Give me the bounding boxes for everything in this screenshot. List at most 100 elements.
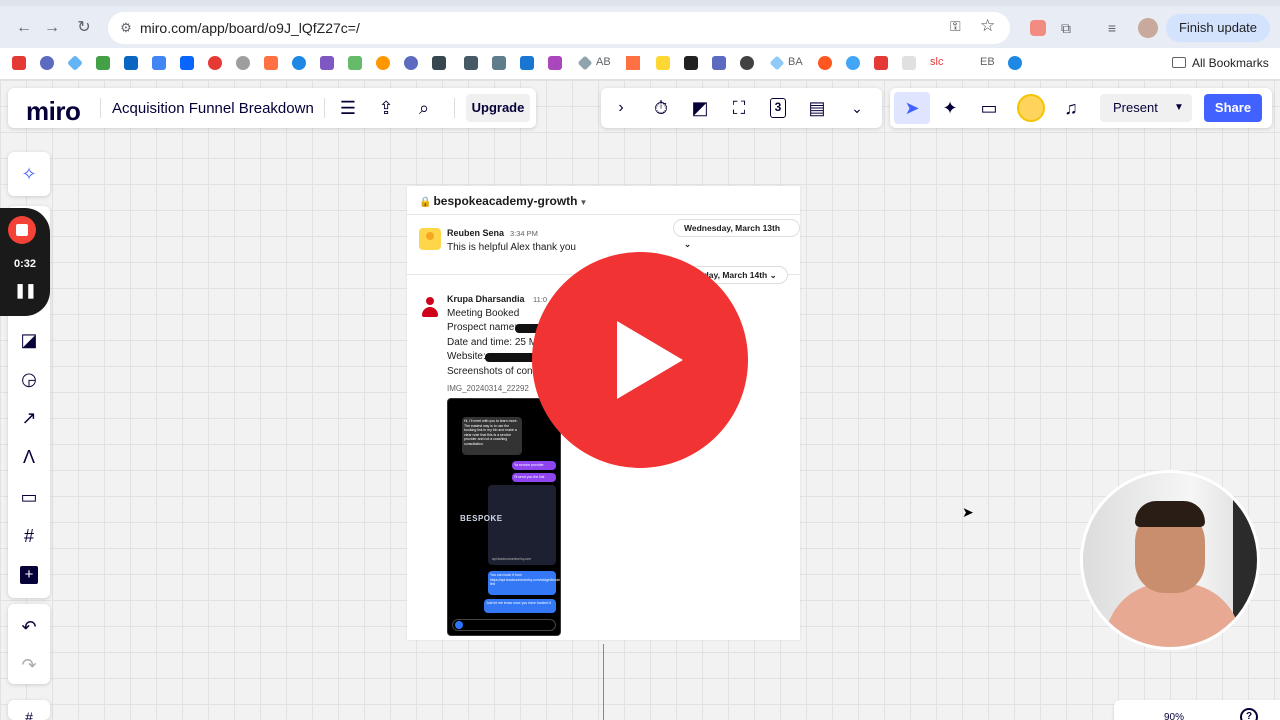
- bookmark-icon[interactable]: [404, 56, 418, 70]
- ai-sparkle-icon[interactable]: ✧: [16, 161, 42, 187]
- bookmark-icon[interactable]: [577, 55, 593, 71]
- url-text[interactable]: miro.com/app/board/o9J_lQfZ27c=/: [140, 20, 360, 36]
- bookmark-icon[interactable]: [818, 56, 832, 70]
- celebrate-icon[interactable]: ✦: [938, 96, 962, 120]
- bookmark-icon[interactable]: [264, 56, 278, 70]
- youtube-bookmark-icon[interactable]: [12, 56, 26, 70]
- forward-icon[interactable]: →: [42, 18, 62, 38]
- bookmark-icon[interactable]: [376, 56, 390, 70]
- board-title[interactable]: Acquisition Funnel Breakdown: [112, 100, 314, 117]
- drive-bookmark-icon[interactable]: [96, 56, 110, 70]
- bookmark-star-icon[interactable]: ☆: [980, 16, 995, 36]
- bookmark-icon[interactable]: [548, 56, 562, 70]
- finish-update-button[interactable]: Finish update: [1166, 14, 1270, 42]
- reload-icon[interactable]: ↻: [74, 18, 94, 38]
- help-icon[interactable]: ?: [1240, 708, 1258, 720]
- miro-logo[interactable]: miro: [26, 96, 81, 127]
- bookmark-icon[interactable]: [656, 56, 670, 70]
- undo-icon[interactable]: ↶: [16, 614, 42, 640]
- bookmark-icon[interactable]: [684, 56, 698, 70]
- collaborator-avatar[interactable]: [1017, 94, 1045, 122]
- redo-icon[interactable]: ↷: [16, 652, 42, 678]
- ads-bookmark-icon[interactable]: [152, 56, 166, 70]
- share-button[interactable]: Share: [1204, 94, 1262, 122]
- zoom-level[interactable]: 90%: [1164, 712, 1184, 720]
- menu-icon[interactable]: ☰: [336, 96, 360, 120]
- stop-recording-icon[interactable]: [8, 216, 36, 244]
- profile-avatar[interactable]: [1138, 18, 1158, 38]
- reactions-icon[interactable]: ◩: [688, 96, 712, 120]
- site-settings-icon[interactable]: ⚙: [116, 18, 136, 38]
- cursor-select-icon[interactable]: ➤: [894, 92, 930, 124]
- notes-icon[interactable]: ▤: [805, 96, 829, 120]
- add-apps-icon[interactable]: +: [20, 566, 38, 584]
- timer-icon[interactable]: ⏱: [649, 96, 673, 120]
- more-chevron-icon[interactable]: ⌄: [845, 96, 869, 120]
- upgrade-button[interactable]: Upgrade: [466, 94, 530, 122]
- export-icon[interactable]: ⇪: [374, 96, 398, 120]
- bookmark-icon[interactable]: [67, 55, 83, 71]
- bookmark-icon[interactable]: [40, 56, 54, 70]
- chat-bubble: You can book it from https://api.leadcon…: [488, 571, 560, 595]
- extension-badge-icon[interactable]: [1030, 20, 1046, 36]
- bookmark-icon[interactable]: [769, 55, 785, 71]
- message-line: Website:: [447, 351, 486, 362]
- meta-bookmark-icon[interactable]: [180, 56, 194, 70]
- bookmark-icon[interactable]: [208, 56, 222, 70]
- comment-tool-icon[interactable]: ▭: [16, 484, 42, 510]
- frames-icon[interactable]: #: [16, 704, 42, 720]
- bookmark-icon[interactable]: [320, 56, 334, 70]
- bookmark-label[interactable]: BA: [788, 56, 803, 68]
- bookmark-icon[interactable]: [1008, 56, 1022, 70]
- bookmark-label[interactable]: EB: [980, 56, 995, 68]
- back-icon[interactable]: ←: [14, 18, 34, 38]
- bookmark-icon[interactable]: [464, 56, 478, 70]
- link-preview-card: [488, 485, 556, 565]
- present-button[interactable]: Present ▼: [1100, 94, 1192, 122]
- chevron-down-icon[interactable]: ▼: [1174, 94, 1184, 122]
- bookmark-icon[interactable]: [740, 56, 754, 70]
- password-key-icon[interactable]: ⚿: [950, 18, 961, 35]
- search-icon[interactable]: ⌕: [412, 96, 436, 120]
- divider: [324, 98, 325, 118]
- play-button[interactable]: [532, 252, 748, 468]
- pause-icon[interactable]: ❚❚: [0, 282, 50, 299]
- bookmark-icon[interactable]: [432, 56, 446, 70]
- bookmark-icon[interactable]: [712, 56, 726, 70]
- voting-count[interactable]: 3: [770, 98, 786, 118]
- address-bar[interactable]: ⚙ miro.com/app/board/o9J_lQfZ27c=/ ⚿ ☆: [108, 12, 1010, 44]
- ai-tool-panel: ✧: [8, 152, 50, 196]
- bookmark-icon[interactable]: [902, 56, 916, 70]
- comment-icon[interactable]: ▭: [977, 96, 1001, 120]
- all-bookmarks[interactable]: All Bookmarks: [1172, 56, 1269, 70]
- message-time: 3:34 PM: [510, 229, 538, 238]
- date-divider: Wednesday, March 13th ⌄: [673, 219, 800, 249]
- collaboration-panel: ➤ ✦ ▭ ♫ Present ▼ Share: [890, 88, 1272, 128]
- shopify-bookmark-icon[interactable]: [348, 56, 362, 70]
- reading-list-icon[interactable]: ≡: [1102, 18, 1122, 38]
- avatar: [419, 228, 441, 250]
- bookmark-icon[interactable]: [846, 56, 860, 70]
- bookmark-label[interactable]: slc: [930, 56, 943, 68]
- message-line: Prospect name:: [447, 322, 518, 333]
- bookmark-icon[interactable]: [292, 56, 306, 70]
- connection-line-icon[interactable]: ↗: [16, 405, 42, 431]
- bookmark-label[interactable]: AB: [596, 56, 611, 68]
- expand-icon[interactable]: ›: [609, 96, 633, 120]
- bookmark-icon[interactable]: [626, 56, 640, 70]
- focus-icon[interactable]: ⛶: [727, 96, 751, 120]
- bookmark-icon[interactable]: [236, 56, 250, 70]
- avatar: [419, 296, 441, 318]
- bookmark-icon[interactable]: [492, 56, 506, 70]
- sender-name: Reuben Sena: [447, 228, 505, 238]
- frame-icon[interactable]: #: [16, 523, 42, 549]
- pen-icon[interactable]: Λ: [16, 444, 42, 470]
- shapes-icon[interactable]: ◶: [16, 366, 42, 392]
- adobe-bookmark-icon[interactable]: [874, 56, 888, 70]
- extensions-icon[interactable]: ⧉: [1056, 18, 1076, 38]
- notification-bell-icon[interactable]: ♫: [1059, 96, 1083, 120]
- sticky-note-icon[interactable]: ◪: [16, 327, 42, 353]
- bespoke-logo: BESPOKE: [460, 514, 503, 523]
- bookmark-icon[interactable]: [520, 56, 534, 70]
- linkedin-bookmark-icon[interactable]: [124, 56, 138, 70]
